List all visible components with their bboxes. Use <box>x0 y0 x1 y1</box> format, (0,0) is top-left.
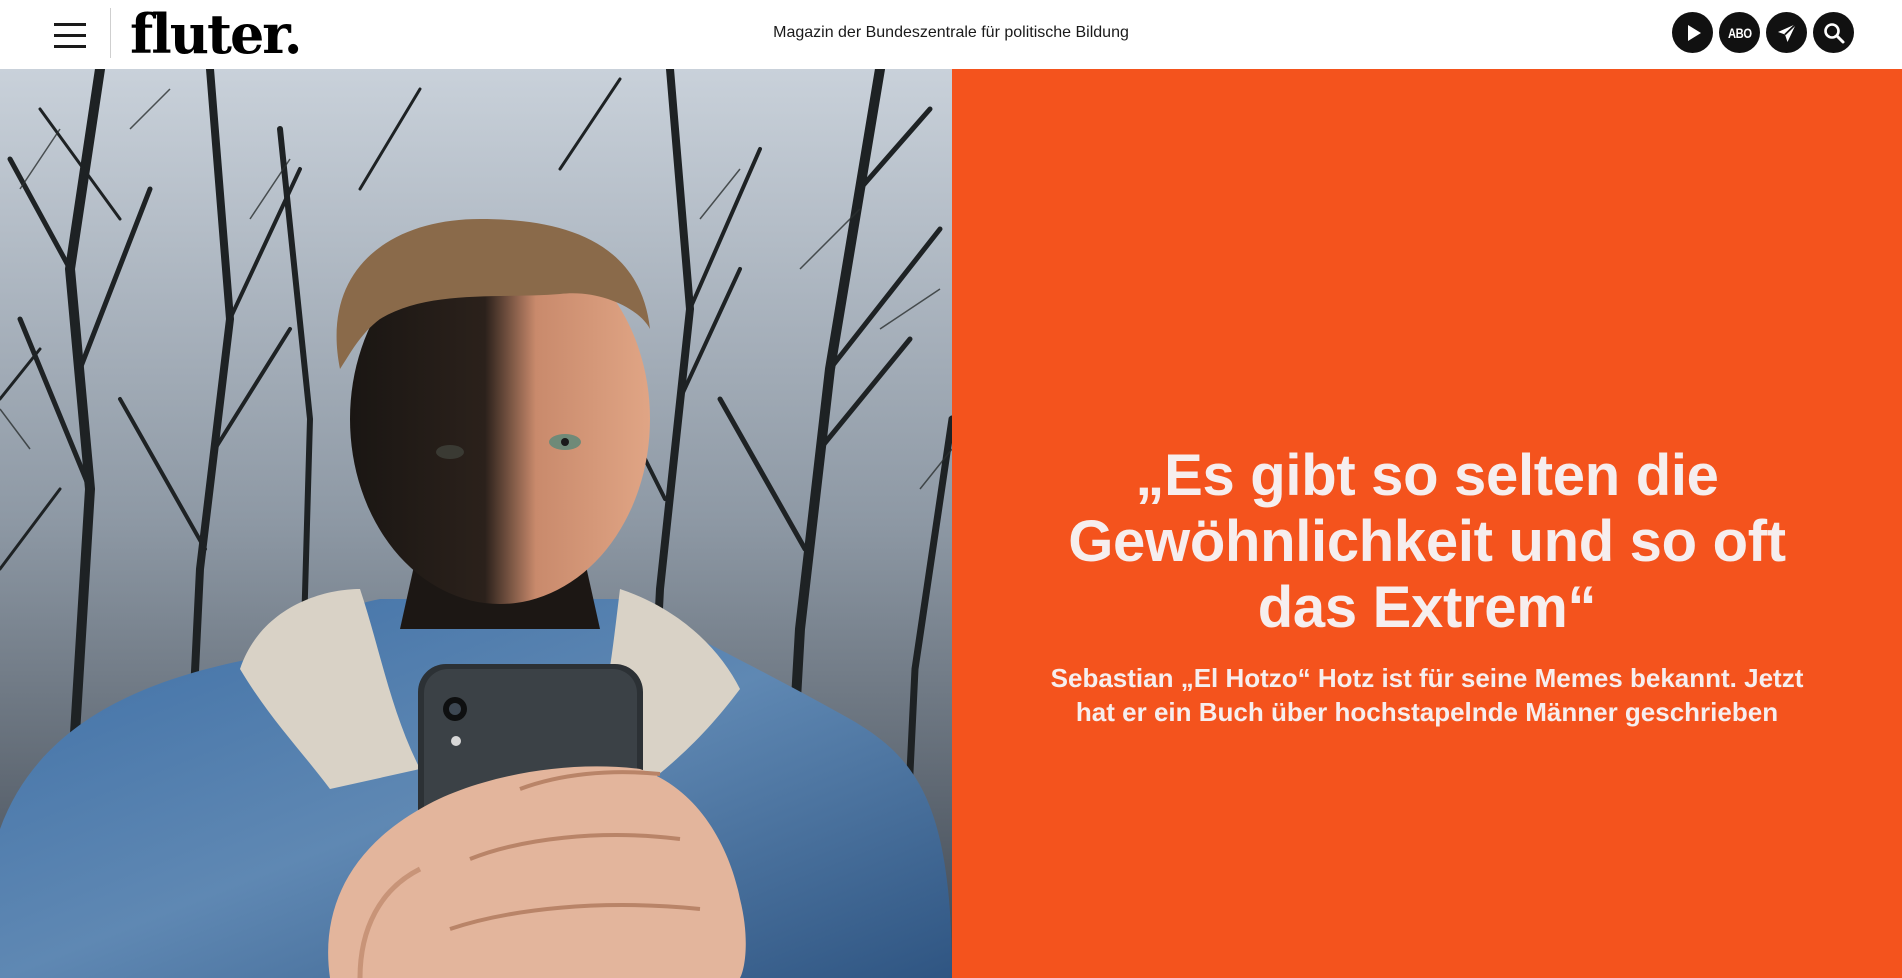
hero-photo[interactable] <box>0 69 952 978</box>
play-icon <box>1687 24 1701 41</box>
abo-label: ABO <box>1727 24 1752 41</box>
portrait-illustration <box>0 69 952 978</box>
article-headline[interactable]: „Es gibt so selten die Gewöhnlichkeit un… <box>1012 443 1842 641</box>
play-button[interactable] <box>1672 12 1713 53</box>
hero-text-panel: „Es gibt so selten die Gewöhnlichkeit un… <box>952 69 1902 978</box>
abo-button[interactable]: ABO <box>1719 12 1760 53</box>
site-tagline: Magazin der Bundeszentrale für politisch… <box>773 24 1129 41</box>
hero-teaser[interactable]: „Es gibt so selten die Gewöhnlichkeit un… <box>0 69 1902 978</box>
site-header: fluter. Magazin der Bundeszentrale für p… <box>0 0 1902 69</box>
search-icon <box>1823 22 1844 43</box>
header-divider <box>110 8 111 58</box>
site-logo[interactable]: fluter. <box>130 2 303 66</box>
paper-plane-icon <box>1777 22 1797 42</box>
header-actions: ABO <box>1672 12 1854 54</box>
article-teaser: Sebastian „El Hotzo“ Hotz ist für seine … <box>1050 663 1804 727</box>
hamburger-menu-icon[interactable] <box>50 20 90 52</box>
search-button[interactable] <box>1813 12 1854 53</box>
newsletter-button[interactable] <box>1766 12 1807 53</box>
